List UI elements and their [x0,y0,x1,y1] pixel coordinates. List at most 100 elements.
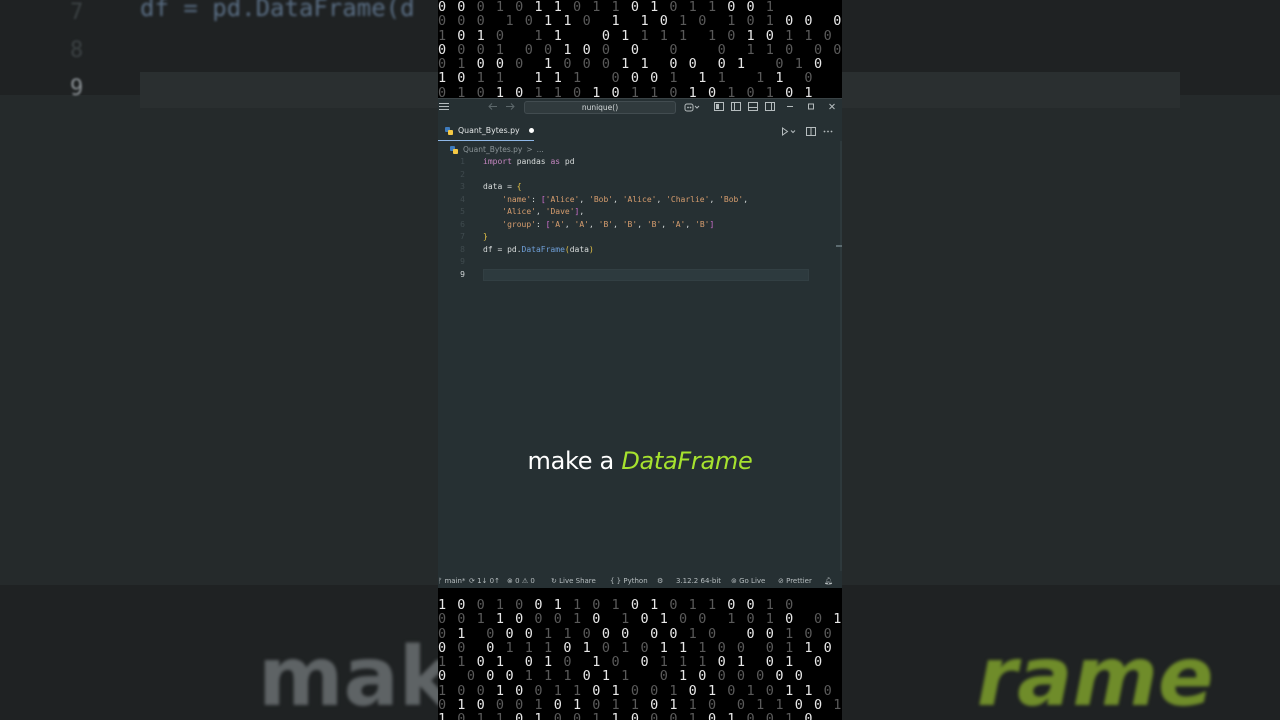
code-text: import pandas as pd [483,157,575,166]
binary-row: 1 0 1 1 0 1 0 0 1 1 0 0 0 1 0 1 0 0 1 0 [438,711,814,720]
prettier-icon: ⊘ [778,577,784,585]
line-number: 1 [460,157,465,166]
code-line: 4 'name': ['Alice', 'Bob', 'Alice', 'Cha… [438,195,842,208]
interpreter-button[interactable]: 3.12.2 64-bit [676,577,721,585]
line-number: 5 [460,207,465,216]
go-live-button[interactable]: ⊚ Go Live [731,577,765,585]
code-line: 9 [438,257,842,270]
go-live-label: Go Live [739,577,766,585]
minimize-icon[interactable] [786,102,794,111]
code-line: 7} [438,232,842,245]
title-bar: nunique() [438,99,842,117]
binary-row: 0 0 0 1 0 0 1 0 0 0 0 0 1 1 0 0 0 [438,41,842,58]
binary-row: 1 0 1 0 1 1 0 1 1 1 1 1 0 1 0 1 1 0 1 [438,27,834,44]
caption-highlight: DataFrame [621,447,753,475]
broadcast-icon: ⊚ [731,577,737,585]
branch-label: main* [444,577,466,585]
blurred-line-number: 7 [70,0,84,25]
prettier-label: Prettier [786,577,812,585]
menu-icon[interactable] [439,102,449,111]
binary-row: 1 0 0 1 0 0 1 1 0 1 0 1 0 1 1 0 0 1 0 [438,597,795,613]
python-file-icon [450,145,458,154]
binary-overlay-top: 0 0 0 1 0 1 1 0 1 1 0 1 0 1 1 0 0 10 0 0… [438,0,842,98]
video-frame: df = pd.DataFrame(d 7 8 9 make rame 0 0 0… [0,0,1280,720]
braces-icon: { } [610,577,622,585]
warning-icon: ⚠ [521,577,529,585]
back-arrow-icon[interactable] [488,102,498,111]
line-number: 7 [460,232,465,241]
code-text: 'name': ['Alice', 'Bob', 'Alice', 'Charl… [502,194,749,204]
line-number: 4 [460,194,465,204]
copilot-icon[interactable] [684,102,700,112]
live-share-label: Live Share [559,577,596,585]
breadcrumb[interactable]: Quant_Bytes.py > ... [450,145,544,154]
split-editor-icon[interactable] [806,127,816,136]
code-line: 5 'Alice', 'Dave'], [438,207,842,220]
caption-plain: make a [527,447,615,475]
code-text: 'group': ['A', 'A', 'B', 'B', 'B', 'A', … [502,219,715,229]
binary-row: 0 1 0 0 0 1 0 1 0 1 1 0 1 1 0 0 1 1 0 0 … [438,697,842,714]
close-icon[interactable] [828,102,836,111]
bell-icon[interactable]: 🔔︎ [824,577,833,585]
status-bar: ᚠ main* ⟳ 1↓ 0↑ ⊗ 0 ⚠ 0 ↻ Live Share { }… [438,575,842,588]
copilot-status-icon[interactable]: ⚙ [657,577,663,585]
error-icon: ⊗ [507,577,513,585]
language-label: Python [623,577,648,585]
run-icon[interactable] [781,127,797,136]
tab-label: Quant_Bytes.py [458,126,520,135]
sync-icon: ⟳ [469,577,475,585]
code-line: 1 import pandas as pd [438,157,842,170]
line-number: 3 [460,182,465,191]
code-line: 9 [438,270,842,283]
breadcrumb-file[interactable]: Quant_Bytes.py [463,145,522,154]
line-number: 8 [460,244,465,254]
toggle-secondary-sidebar-icon[interactable] [765,102,775,111]
binary-row: 0 0 0 0 1 1 1 0 1 1 0 1 0 0 0 0 0 0 [438,668,805,685]
branch-icon: ᚠ [438,577,443,585]
code-text: 'Alice', 'Dave'], [502,207,585,216]
breadcrumb-symbol[interactable]: ... [537,145,544,154]
sync-indicator[interactable]: ⟳ 1↓ 0↑ [469,577,500,585]
errors-count: 0 [515,577,520,585]
code-line: 6 'group': ['A', 'A', 'B', 'B', 'B', 'A'… [438,220,842,233]
line-number: 6 [460,219,465,229]
maximize-icon[interactable] [807,102,815,111]
breadcrumb-separator: > [526,145,533,154]
code-text: df = pd.DataFrame(data) [483,244,594,254]
code-text: data = { [483,182,522,191]
blurred-line-number: 8 [70,38,84,63]
more-actions-icon[interactable] [823,127,833,136]
blurred-caption-right: rame [976,630,1214,720]
binary-row: 0 0 0 1 0 1 1 0 1 1 0 1 0 1 1 0 0 1 [438,0,776,15]
prettier-button[interactable]: ⊘ Prettier [778,577,812,585]
python-file-icon [445,126,453,135]
toggle-primary-sidebar-icon[interactable] [731,102,741,111]
binary-row: 1 1 0 1 0 1 0 1 0 0 1 1 1 0 1 0 1 0 [438,654,824,671]
line-number: 9 [460,257,465,266]
language-mode-button[interactable]: { } Python [610,577,648,585]
line-number: 9 [460,269,465,279]
blurred-code-line: df = pd.DataFrame(d [140,0,415,22]
command-search-input[interactable]: nunique() [524,101,676,114]
line-number: 2 [460,169,465,179]
layout-toggle-icon[interactable] [714,102,724,111]
binary-row: 0 1 0 1 0 1 1 0 1 0 1 1 0 1 0 1 0 1 0 1 [438,84,814,98]
live-share-button[interactable]: ↻ Live Share [551,577,596,585]
branch-indicator[interactable]: ᚠ main* [438,577,465,585]
code-line: 8 df = pd.DataFrame(data) [438,245,842,258]
video-caption: make a DataFrame [438,447,842,475]
code-text: } [483,232,488,241]
forward-arrow-icon[interactable] [505,102,515,111]
editor-window: nunique() Quant_Bytes.py Quant_Bytes.py … [438,98,842,588]
blurred-line-number: 9 [70,76,84,101]
binary-row: 0 0 0 1 0 1 1 0 1 1 0 1 0 1 0 1 0 0 0 1 [438,13,842,30]
code-line: 2 [438,170,842,183]
tab-bar: Quant_Bytes.py [438,121,842,141]
tab-quant-bytes[interactable]: Quant_Bytes.py [438,121,534,141]
toggle-panel-icon[interactable] [748,102,758,111]
binary-row: 0 0 0 1 1 1 0 1 0 1 0 1 1 1 0 0 0 1 1 0 … [438,639,834,656]
unsaved-dot-icon[interactable] [528,128,534,133]
binary-row: 0 0 1 1 0 0 0 1 0 1 0 1 0 0 1 0 1 0 0 1 [438,611,842,628]
binary-row: 1 0 0 1 0 0 1 1 0 1 0 0 1 0 1 0 1 0 1 1 … [438,682,834,699]
problems-indicator[interactable]: ⊗ 0 ⚠ 0 [507,577,535,585]
